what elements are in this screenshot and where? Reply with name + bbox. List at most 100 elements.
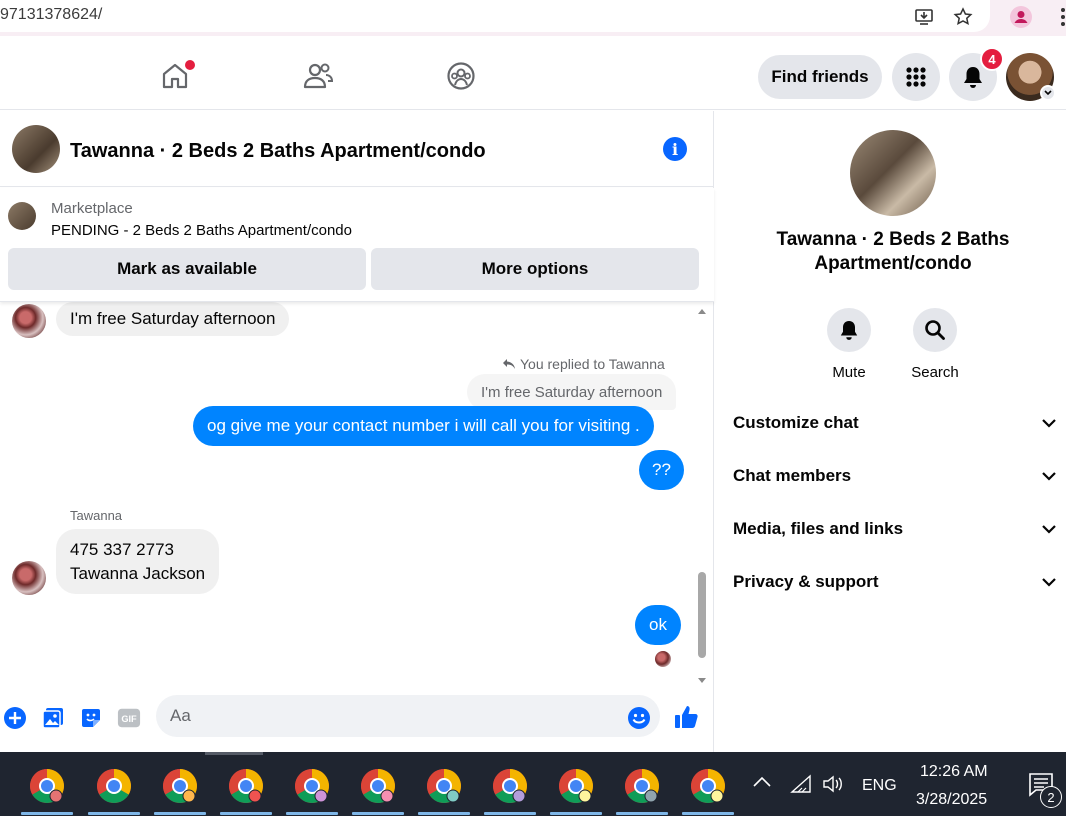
menu-grid-button[interactable] — [892, 53, 940, 101]
thumbs-up-icon[interactable] — [673, 703, 701, 731]
chrome-taskbar-icon[interactable] — [425, 767, 463, 805]
plus-icon[interactable] — [3, 706, 27, 730]
mute-bell-icon — [827, 308, 871, 352]
chevron-down-icon — [1042, 525, 1056, 534]
chevron-down-icon — [1042, 419, 1056, 428]
outgoing-message[interactable]: og give me your contact number i will ca… — [193, 406, 654, 446]
scroll-down-icon[interactable] — [697, 677, 707, 685]
section-media-files-links[interactable]: Media, files and links — [733, 503, 1057, 555]
chrome-taskbar-icon[interactable] — [161, 767, 199, 805]
quoted-message[interactable]: I'm free Saturday afternoon — [467, 374, 677, 410]
reply-note: You replied to Tawanna — [520, 356, 665, 372]
browser-profile-icon[interactable] — [1010, 6, 1032, 28]
message-line: Tawanna Jackson — [70, 563, 206, 583]
chevron-down-icon — [1042, 472, 1056, 481]
message-composer: GIF — [0, 690, 714, 752]
browser-toolbar: 97131378624/ — [0, 0, 1066, 36]
section-label: Media, files and links — [733, 519, 904, 538]
mute-button[interactable]: Mute — [809, 308, 889, 381]
section-privacy-support[interactable]: Privacy & support — [733, 556, 1057, 608]
taskbar-active-indicator — [220, 812, 272, 815]
chrome-taskbar-icon[interactable] — [491, 767, 529, 805]
reply-indicator: You replied to Tawanna — [502, 356, 665, 372]
chat-avatar[interactable] — [12, 125, 60, 173]
outgoing-message[interactable]: ?? — [639, 450, 684, 490]
chrome-taskbar-icon[interactable] — [95, 767, 133, 805]
chrome-taskbar-icon[interactable] — [623, 767, 661, 805]
conversation-details-panel: Tawanna · 2 Beds 2 Baths Apartment/condo… — [715, 111, 1066, 752]
wifi-icon[interactable] — [790, 774, 812, 799]
sender-name: Tawanna — [70, 508, 123, 523]
chrome-taskbar-icon[interactable] — [293, 767, 331, 805]
chrome-taskbar-icon[interactable] — [28, 767, 66, 805]
chevron-down-icon — [1042, 578, 1056, 587]
section-customize-chat[interactable]: Customize chat — [733, 397, 1057, 449]
bell-icon — [964, 67, 982, 88]
sender-avatar[interactable] — [12, 561, 46, 595]
language-indicator[interactable]: ENG — [862, 777, 897, 795]
taskbar-active-indicator — [352, 812, 404, 815]
chat-pane: Tawanna · 2 Beds 2 Baths Apartment/condo… — [0, 111, 714, 752]
outgoing-message[interactable]: ok — [635, 605, 681, 645]
incoming-message[interactable]: 475 337 2773 Tawanna Jackson — [56, 529, 220, 594]
action-center-badge: 2 — [1040, 786, 1062, 808]
notification-badge: 4 — [980, 47, 1004, 71]
section-chat-members[interactable]: Chat members — [733, 450, 1057, 502]
install-app-icon[interactable] — [913, 6, 935, 28]
home-notification-dot — [185, 60, 195, 70]
info-icon[interactable]: i — [663, 137, 687, 161]
search-label: Search — [911, 364, 959, 381]
listing-thumbnail[interactable] — [8, 202, 36, 230]
conversation-title: Tawanna · 2 Beds 2 Baths Apartment/condo — [776, 229, 1010, 274]
chat-title[interactable]: Tawanna · 2 Beds 2 Baths Apartment/condo — [70, 140, 486, 163]
taskbar-active-indicator — [682, 812, 734, 815]
chrome-taskbar-icon[interactable] — [227, 767, 265, 805]
taskbar-divider — [205, 752, 263, 755]
home-icon[interactable] — [159, 60, 195, 92]
seen-avatar — [655, 651, 671, 667]
scroll-thumb[interactable] — [698, 572, 706, 658]
message-input[interactable] — [156, 695, 660, 737]
find-friends-button[interactable]: Find friends — [758, 55, 882, 99]
search-icon — [913, 308, 957, 352]
emoji-icon[interactable] — [627, 706, 651, 730]
listing-status: PENDING - 2 Beds 2 Baths Apartment/condo — [51, 222, 352, 239]
mute-label: Mute — [832, 364, 866, 381]
more-options-button[interactable]: More options — [371, 248, 699, 290]
volume-icon[interactable] — [822, 774, 846, 799]
clock-date[interactable]: 3/28/2025 — [916, 791, 987, 809]
clock-time[interactable]: 12:26 AM — [920, 763, 988, 781]
conversation-avatar[interactable] — [850, 130, 936, 216]
sticker-icon[interactable] — [79, 706, 103, 730]
svg-text:GIF: GIF — [121, 714, 137, 724]
marketplace-label: Marketplace — [51, 200, 133, 217]
reply-icon — [503, 359, 515, 369]
taskbar-active-indicator — [154, 812, 206, 815]
browser-menu-icon[interactable] — [1052, 6, 1066, 28]
chat-header: Tawanna · 2 Beds 2 Baths Apartment/condo… — [0, 111, 714, 187]
section-label: Chat members — [733, 466, 852, 485]
message-list: I'm free Saturday afternoon You replied … — [0, 302, 714, 690]
message-scrollbar[interactable] — [696, 302, 708, 690]
groups-icon[interactable] — [445, 60, 477, 92]
address-bar[interactable]: 97131378624/ — [0, 0, 990, 32]
mark-available-button[interactable]: Mark as available — [8, 248, 366, 290]
friends-icon[interactable] — [302, 60, 334, 92]
photo-icon[interactable] — [41, 706, 65, 730]
bookmark-star-icon[interactable] — [952, 6, 974, 28]
sender-avatar[interactable] — [12, 304, 46, 338]
gif-icon[interactable]: GIF — [117, 706, 141, 730]
taskbar-active-indicator — [484, 812, 536, 815]
incoming-message[interactable]: I'm free Saturday afternoon — [56, 302, 290, 336]
search-button[interactable]: Search — [895, 308, 975, 381]
taskbar-active-indicator — [616, 812, 668, 815]
chrome-taskbar-icon[interactable] — [689, 767, 727, 805]
tray-chevron-up-icon[interactable] — [752, 774, 772, 793]
chrome-taskbar-icon[interactable] — [557, 767, 595, 805]
chrome-taskbar-icon[interactable] — [359, 767, 397, 805]
scroll-up-icon[interactable] — [697, 307, 707, 315]
windows-taskbar: ENG 12:26 AM 3/28/2025 2 — [0, 752, 1066, 816]
marketplace-listing-banner: Marketplace PENDING - 2 Beds 2 Baths Apa… — [0, 188, 714, 302]
chevron-down-icon[interactable] — [1040, 85, 1056, 101]
taskbar-active-indicator — [286, 812, 338, 815]
